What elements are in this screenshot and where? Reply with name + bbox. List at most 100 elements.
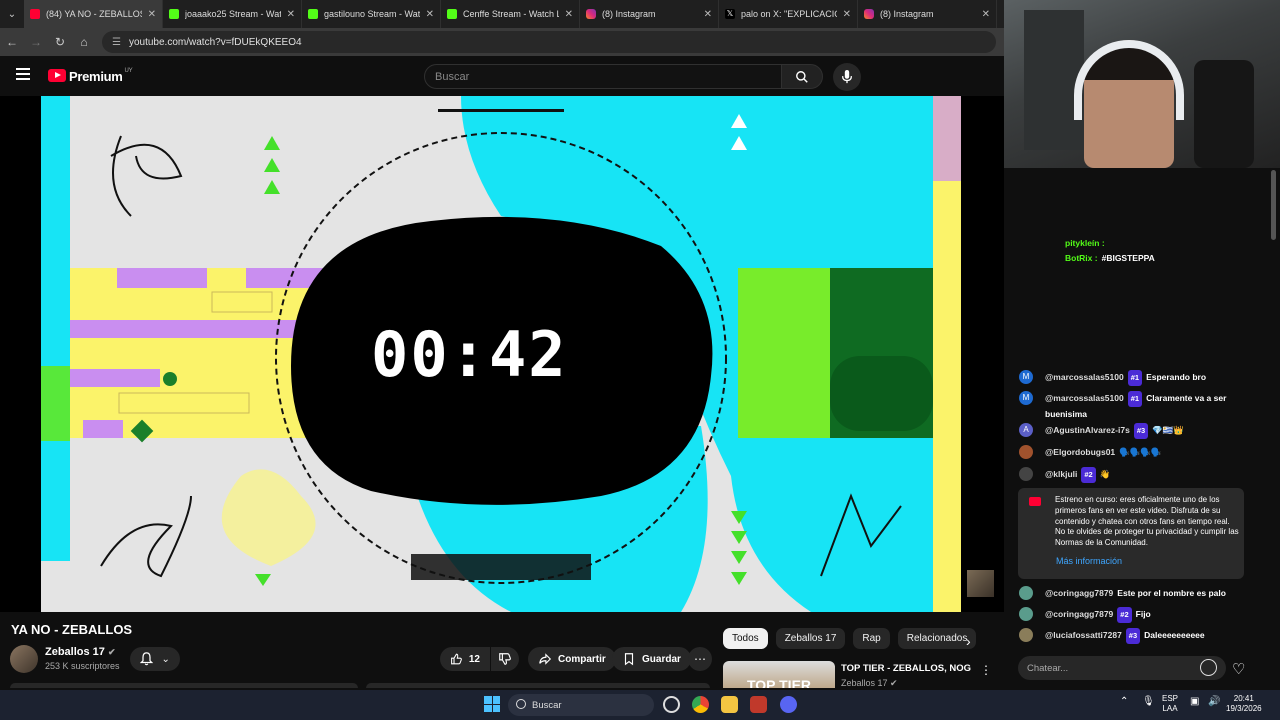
browser-tab[interactable]: (8) Instagram ✕ [858,0,997,28]
filter-chip[interactable]: Zeballos 17 [775,628,846,649]
notice-text: Estreno en curso: eres oficialmente uno … [1055,495,1239,548]
windows-start-icon[interactable] [484,696,500,712]
taskbar-app-icon[interactable] [663,696,680,713]
chat-avatar[interactable] [1019,607,1033,621]
chat-text: Esperando bro [1146,372,1207,382]
youtube-logo-icon[interactable] [48,69,66,82]
more-actions-button[interactable]: ⋯ [688,647,712,671]
reload-icon[interactable]: ↻ [48,35,72,49]
filter-chip[interactable]: Todos [723,628,768,649]
member-badge: #2 [1081,467,1096,483]
chat-message: M @marcossalas5100 #1 Claramente va a ser b… [1019,391,1244,421]
tab-title: (84) YA NO - ZEBALLOS [46,9,142,19]
chat-text: Fijo [1135,609,1151,619]
channel-avatar[interactable] [10,645,38,673]
filter-chip[interactable]: Rap [853,628,890,649]
chat-username[interactable]: @luciafossatti7287 [1045,630,1122,640]
tab-title: (8) Instagram [880,9,934,19]
microphone-tray-icon[interactable]: 🎙 [1142,697,1155,707]
discord-icon[interactable] [780,696,797,713]
like-button[interactable]: 12 [440,647,490,671]
video-player[interactable]: 00:42 [0,96,1004,612]
share-label: Compartir [558,653,606,665]
chrome-icon[interactable] [692,696,709,713]
more-info-link[interactable]: Más información [1056,556,1122,566]
browser-tab[interactable]: joaaako25 Stream - Watch ✕ [163,0,302,28]
chat-scrollbar[interactable] [1271,170,1276,240]
browser-tab[interactable]: (8) Instagram ✕ [580,0,719,28]
notifications-button[interactable]: ⌄ [130,647,180,671]
chat-username[interactable]: @marcossalas5100 [1045,372,1124,382]
chat-username[interactable]: @Elgordobugs01 [1045,447,1115,457]
browser-tab[interactable]: 𝕏palo on X: "EXPLICACION ✕ [719,0,858,28]
tab-search-icon[interactable]: ⌄ [0,0,24,28]
recommended-title[interactable]: TOP TIER - ZEBALLOS, NOG [841,663,971,674]
close-tab-icon[interactable]: ✕ [426,9,434,20]
home-icon[interactable]: ⌂ [72,35,96,49]
chat-username[interactable]: @coringagg7879 [1045,609,1113,619]
close-tab-icon[interactable]: ✕ [148,9,156,20]
channel-name[interactable]: Zeballos 17 ✔ [45,646,116,658]
instagram-icon [864,9,874,19]
chat-avatar[interactable] [1019,586,1033,600]
video-frame[interactable]: 00:42 [41,96,961,612]
share-button[interactable]: Compartir [528,647,616,671]
back-icon[interactable]: ← [0,35,24,49]
network-icon[interactable]: ▣ [1190,697,1199,707]
url-input[interactable]: ☰ youtube.com/watch?v=fDUEkQKEEO4 [102,31,996,53]
browser-tab[interactable]: Cenffe Stream - Watch Live ✕ [441,0,580,28]
chat-avatar[interactable]: M [1019,370,1033,384]
chat-username[interactable]: @marcossalas5100 [1045,393,1124,403]
chat-username[interactable]: @klkjuli [1045,469,1077,479]
chat-input[interactable]: Chatear... [1018,656,1226,680]
chat-avatar[interactable]: M [1019,391,1033,405]
video-thumbnail-overlay[interactable] [967,570,994,597]
stream-chat-message: pitykleín : [1065,238,1105,248]
close-tab-icon[interactable]: ✕ [287,9,295,20]
close-tab-icon[interactable]: ✕ [704,9,712,20]
chat-avatar[interactable]: A [1019,423,1033,437]
tray-chevron-icon[interactable]: ⌃ [1120,697,1128,707]
premium-logo[interactable]: Premium UY [69,67,133,84]
chat-username[interactable]: @AgustinAlvarez-i7s [1045,425,1130,435]
browser-tab[interactable]: gastilouno Stream - Watch ✕ [302,0,441,28]
emoji-icon[interactable] [1200,659,1217,676]
chat-avatar[interactable] [1019,467,1033,481]
chat-message: @luciafossatti7287 #3 Daleeeeeeeeee [1019,628,1244,644]
clock[interactable]: 20:41 19/3/2026 [1226,694,1262,714]
file-explorer-icon[interactable] [721,696,738,713]
recommended-more-icon[interactable]: ⋮ [980,663,992,677]
video-title: YA NO - ZEBALLOS [11,622,133,637]
chat-message: @Elgordobugs01 🗣️🗣️🗣️🗣️ [1019,445,1244,459]
region-code: UY [124,67,133,74]
recommended-thumbnail[interactable]: TOP TIER [723,661,835,688]
chat-avatar[interactable] [1019,445,1033,459]
browser-tab[interactable]: (84) YA NO - ZEBALLOS ✕ [24,0,163,28]
taskbar-search[interactable]: Buscar [508,694,654,716]
menu-icon[interactable] [16,68,30,80]
filter-chip[interactable]: Relacionados [897,628,977,649]
youtube-icon [30,9,40,19]
chat-avatar[interactable] [1019,628,1033,642]
headphones [1074,40,1184,120]
recommended-channel[interactable]: Zeballos 17 ✔ [841,678,898,689]
chat-text: 🗣️🗣️🗣️🗣️ [1119,447,1162,457]
microphone-icon [841,70,853,84]
forward-icon[interactable]: → [24,35,48,49]
media-app-icon[interactable] [750,696,767,713]
close-tab-icon[interactable]: ✕ [843,9,851,20]
save-button[interactable]: Guardar [612,647,691,671]
heart-icon[interactable]: ♡ [1232,660,1245,678]
bookmark-icon [624,653,634,666]
chevron-right-icon[interactable]: › [966,633,971,649]
search-input[interactable]: Buscar [424,64,782,89]
site-info-icon[interactable]: ☰ [112,37,121,48]
search-button[interactable] [781,64,823,89]
voice-search-button[interactable] [833,63,861,91]
dislike-button[interactable] [491,647,519,671]
close-tab-icon[interactable]: ✕ [565,9,573,20]
close-tab-icon[interactable]: ✕ [982,9,990,20]
chat-username[interactable]: @coringagg7879 [1045,588,1113,598]
language-indicator[interactable]: ESP LAA [1162,694,1178,714]
volume-icon[interactable]: 🔊 [1208,697,1220,707]
